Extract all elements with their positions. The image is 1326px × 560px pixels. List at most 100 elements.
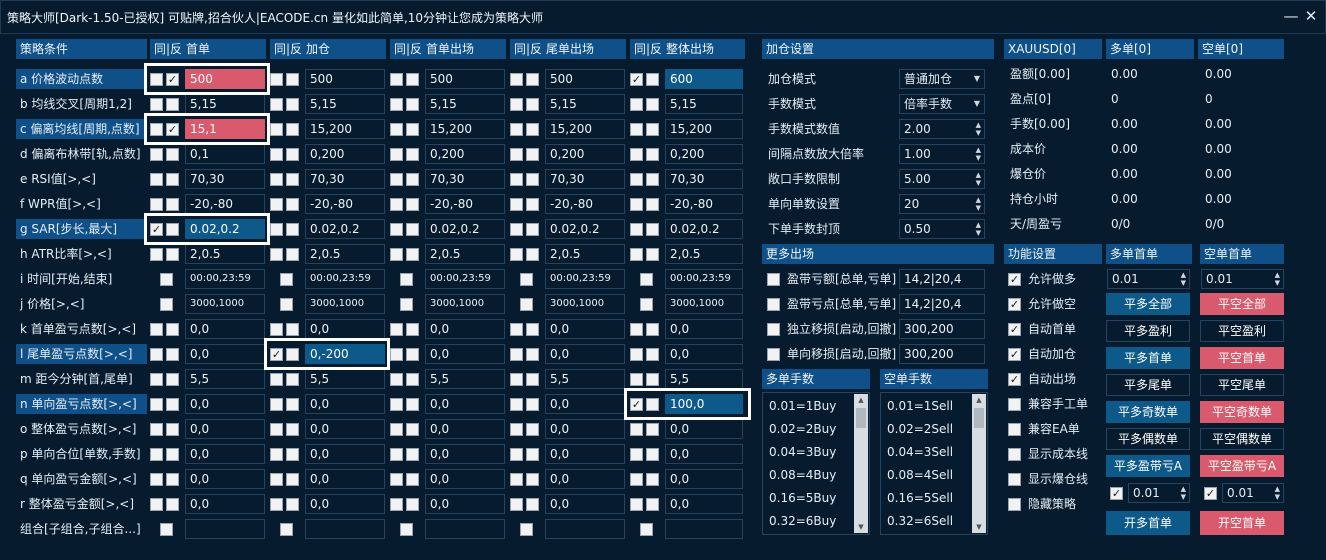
same-direction-checkbox[interactable] [630, 498, 643, 511]
more-exit-input[interactable]: 14,2|20,4 [899, 269, 985, 289]
reverse-direction-checkbox[interactable] [286, 473, 299, 486]
condition-param-input[interactable]: 0,0 [425, 444, 505, 464]
condition-param-input[interactable]: 0,200 [425, 144, 505, 164]
same-direction-checkbox[interactable] [390, 148, 403, 161]
reverse-direction-checkbox[interactable] [646, 348, 659, 361]
condition-checkbox[interactable] [520, 273, 533, 286]
reverse-direction-checkbox[interactable] [166, 398, 179, 411]
more-exit-checkbox[interactable] [767, 323, 780, 336]
reverse-direction-checkbox[interactable] [526, 73, 539, 86]
same-direction-checkbox[interactable] [390, 173, 403, 186]
condition-checkbox[interactable] [160, 523, 173, 536]
lot-list-item[interactable]: 0.08=4Sell [887, 468, 953, 482]
sell-action-button[interactable]: 平空盈利 [1200, 320, 1284, 342]
same-direction-checkbox[interactable] [150, 498, 163, 511]
reverse-direction-checkbox[interactable] [286, 198, 299, 211]
reverse-direction-checkbox[interactable] [166, 448, 179, 461]
reverse-direction-checkbox[interactable] [166, 148, 179, 161]
condition-param-input[interactable]: 0,0 [185, 469, 265, 489]
close-icon[interactable]: ✕ [1302, 7, 1320, 25]
condition-param-input[interactable]: 3000,1000 [185, 294, 265, 314]
condition-param-input[interactable]: 5,15 [545, 94, 625, 114]
same-direction-checkbox[interactable] [270, 223, 283, 236]
reverse-direction-checkbox[interactable] [526, 123, 539, 136]
buy-action-button[interactable]: 平多首单 [1106, 347, 1190, 369]
condition-param-input[interactable]: 3000,1000 [545, 294, 625, 314]
condition-param-input[interactable]: 2,0.5 [425, 244, 505, 264]
condition-param-input[interactable]: 00:00,23:59 [545, 269, 625, 289]
reverse-direction-checkbox[interactable] [646, 73, 659, 86]
condition-checkbox[interactable] [280, 273, 293, 286]
condition-param-input[interactable]: 0,0 [425, 394, 505, 414]
condition-param-input[interactable]: 70,30 [185, 169, 265, 189]
reverse-direction-checkbox[interactable] [526, 373, 539, 386]
reverse-direction-checkbox[interactable] [526, 423, 539, 436]
reverse-direction-checkbox[interactable] [166, 98, 179, 111]
sell-bottom-lot-checkbox[interactable]: ✓ [1204, 487, 1217, 500]
same-direction-checkbox[interactable] [510, 73, 523, 86]
same-direction-checkbox[interactable] [630, 473, 643, 486]
lot-list-item[interactable]: 0.32=6Buy [769, 514, 836, 528]
buy-action-button[interactable]: 平多偶数单 [1106, 428, 1190, 450]
buy-action-button[interactable]: 平多全部 [1106, 293, 1190, 315]
condition-param-input[interactable]: 600 [665, 69, 743, 89]
more-exit-input[interactable]: 300,200 [899, 319, 985, 339]
condition-param-input[interactable]: 2,0.5 [185, 244, 265, 264]
reverse-direction-checkbox[interactable] [646, 98, 659, 111]
condition-param-input[interactable]: 0,0 [545, 419, 625, 439]
same-direction-checkbox[interactable] [390, 398, 403, 411]
same-direction-checkbox[interactable] [150, 373, 163, 386]
same-direction-checkbox[interactable] [510, 123, 523, 136]
condition-param-input[interactable]: 0,1 [185, 144, 265, 164]
reverse-direction-checkbox[interactable] [646, 498, 659, 511]
condition-param-input[interactable]: 0,0 [305, 494, 385, 514]
same-direction-checkbox[interactable] [150, 248, 163, 261]
condition-param-input[interactable]: 0,0 [425, 419, 505, 439]
condition-param-input[interactable]: 0,0 [425, 469, 505, 489]
reverse-direction-checkbox[interactable] [646, 223, 659, 236]
same-direction-checkbox[interactable] [270, 398, 283, 411]
reverse-direction-checkbox[interactable] [526, 323, 539, 336]
lot-list-item[interactable]: 0.02=2Buy [769, 422, 836, 436]
same-direction-checkbox[interactable] [390, 223, 403, 236]
reverse-direction-checkbox[interactable] [646, 148, 659, 161]
more-exit-checkbox[interactable] [767, 348, 780, 361]
reverse-direction-checkbox[interactable] [646, 248, 659, 261]
reverse-direction-checkbox[interactable] [286, 498, 299, 511]
same-direction-checkbox[interactable] [390, 448, 403, 461]
sell-bottom-lot-spinner[interactable]: 0.01 ▲ ▼ [1222, 483, 1284, 503]
condition-param-input[interactable]: 2,0.5 [305, 244, 385, 264]
reverse-direction-checkbox[interactable] [646, 123, 659, 136]
same-direction-checkbox[interactable] [150, 148, 163, 161]
condition-param-input[interactable]: 0,0 [305, 444, 385, 464]
condition-param-input[interactable]: 0,0 [665, 344, 743, 364]
condition-param-input[interactable]: 0,0 [425, 344, 505, 364]
condition-param-input[interactable] [545, 519, 625, 539]
reverse-direction-checkbox[interactable] [646, 423, 659, 436]
same-direction-checkbox[interactable] [270, 423, 283, 436]
same-direction-checkbox[interactable] [510, 498, 523, 511]
reverse-direction-checkbox[interactable] [406, 348, 419, 361]
reverse-direction-checkbox[interactable] [406, 448, 419, 461]
same-direction-checkbox[interactable] [150, 98, 163, 111]
same-direction-checkbox[interactable] [510, 398, 523, 411]
sell-action-button[interactable]: 平空全部 [1200, 293, 1284, 315]
function-checkbox[interactable] [1008, 498, 1021, 511]
reverse-direction-checkbox[interactable] [406, 373, 419, 386]
same-direction-checkbox[interactable] [510, 448, 523, 461]
condition-param-input[interactable]: 0,0 [665, 469, 743, 489]
condition-checkbox[interactable] [520, 298, 533, 311]
condition-param-input[interactable]: -20,-80 [185, 194, 265, 214]
reverse-direction-checkbox[interactable] [406, 323, 419, 336]
same-direction-checkbox[interactable] [390, 473, 403, 486]
reverse-direction-checkbox[interactable] [646, 173, 659, 186]
condition-checkbox[interactable] [640, 273, 653, 286]
same-direction-checkbox[interactable] [270, 473, 283, 486]
buy-first-lot-spinner[interactable]: 0.01 ▲ ▼ [1107, 269, 1190, 289]
lot-list-item[interactable]: 0.01=1Sell [887, 399, 953, 413]
sell-action-button[interactable]: 平空盈带亏A [1200, 455, 1284, 477]
function-checkbox[interactable]: ✓ [1008, 273, 1021, 286]
reverse-direction-checkbox[interactable] [526, 473, 539, 486]
same-direction-checkbox[interactable] [630, 448, 643, 461]
condition-param-input[interactable]: 0,0 [185, 494, 265, 514]
